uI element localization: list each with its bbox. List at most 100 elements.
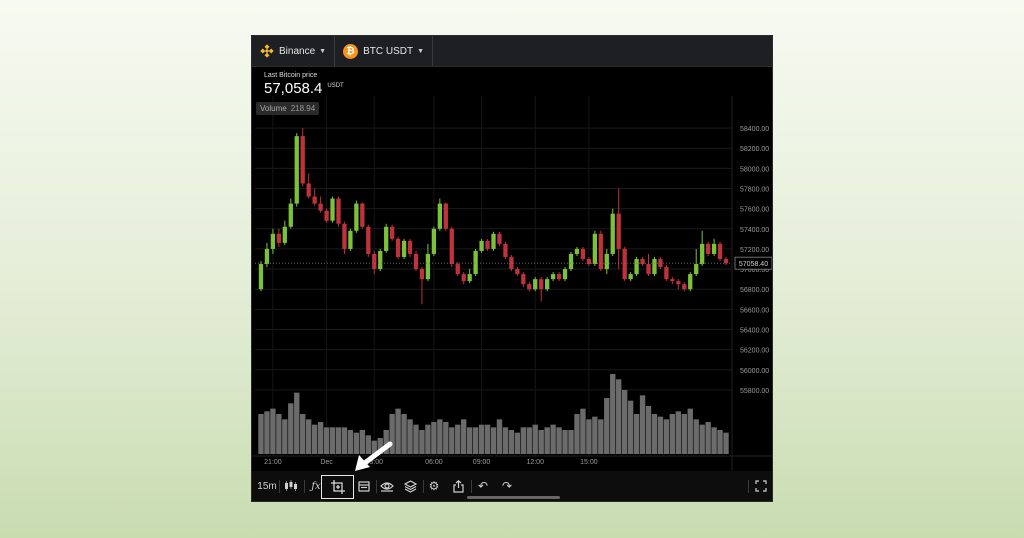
undo-icon[interactable]: ↶ <box>474 477 492 495</box>
volume-bar <box>401 414 407 454</box>
volume-bar <box>258 414 264 454</box>
volume-bar <box>407 419 413 454</box>
volume-bar <box>520 427 526 454</box>
candle-body <box>312 196 317 204</box>
x-tick-label: Dec <box>320 459 333 466</box>
y-tick-label: 56000.00 <box>740 368 769 375</box>
bottom-toolbar: 15m ƒx ⚙ ↶ ↷ <box>252 471 772 501</box>
candle-body <box>700 243 705 265</box>
candle-body <box>378 250 383 270</box>
volume-value: 218.94 <box>290 104 316 113</box>
volume-bar <box>395 408 401 454</box>
candle-body <box>258 264 264 290</box>
volume-bar <box>419 430 425 454</box>
volume-bar <box>592 416 598 454</box>
price-chart[interactable]: 58400.00 58200.00 58000.00 57800.00 57600.00… <box>252 66 773 471</box>
y-tick-label: 56800.00 <box>740 287 769 294</box>
volume-bar <box>502 427 509 454</box>
volume-bar <box>616 379 622 454</box>
gear-icon[interactable]: ⚙ <box>425 477 443 495</box>
candle-body <box>366 226 371 254</box>
volume-bar <box>276 414 282 454</box>
candle-body <box>604 253 609 270</box>
candle-body <box>431 228 437 254</box>
candle-body <box>521 274 526 285</box>
toolbar-divider <box>748 480 749 493</box>
volume-bar <box>264 411 270 454</box>
candle-body <box>437 203 442 229</box>
volume-bar <box>639 395 646 454</box>
volume-bar <box>693 419 699 454</box>
volume-bar <box>329 427 336 454</box>
volume-bar <box>335 427 342 454</box>
candle-body <box>461 274 466 282</box>
volume-bar <box>538 430 544 454</box>
candle-body <box>282 226 287 243</box>
measure-icon[interactable] <box>321 475 354 499</box>
share-icon[interactable] <box>449 477 467 495</box>
volume-bar <box>449 427 455 454</box>
layers-icon[interactable] <box>401 477 419 495</box>
candle-body <box>384 226 389 251</box>
x-tick-label: 09:00 <box>473 459 491 466</box>
candle-body <box>449 228 454 265</box>
redo-icon[interactable]: ↷ <box>498 477 516 495</box>
candles-icon[interactable] <box>281 477 301 495</box>
candle-body <box>300 136 305 184</box>
y-tick-label: 56600.00 <box>740 307 769 314</box>
toolbar-divider <box>279 480 280 493</box>
candle-body <box>682 284 687 290</box>
volume-bar <box>466 427 473 454</box>
volume-bar <box>586 419 592 454</box>
y-tick-label: 56400.00 <box>740 327 769 334</box>
volume-bar <box>270 408 276 454</box>
candle-body <box>443 203 448 229</box>
timeframe-button[interactable]: 15m <box>257 477 277 495</box>
candle-body <box>294 136 299 204</box>
volume-bar <box>341 427 348 454</box>
candle-body <box>288 203 293 227</box>
candle-body <box>389 226 395 239</box>
y-tick-label: 57200.00 <box>740 247 769 254</box>
volume-bar <box>568 430 574 454</box>
candle-body <box>360 203 365 227</box>
y-tick-label: 57800.00 <box>740 187 769 194</box>
x-tick-label: 15:00 <box>580 459 598 466</box>
volume-bar <box>663 419 670 454</box>
volume-bar <box>317 422 324 454</box>
volume-bar <box>311 424 318 454</box>
calendar-icon[interactable] <box>355 477 373 495</box>
volume-bar <box>508 430 515 454</box>
volume-bar <box>580 408 586 454</box>
volume-bar <box>723 432 729 454</box>
candle-body <box>717 243 723 259</box>
y-tick-label: 57600.00 <box>740 207 769 214</box>
candle-body <box>539 279 544 290</box>
candle-body <box>395 238 401 257</box>
candle-body <box>407 240 413 254</box>
volume-bar <box>437 419 443 454</box>
candle-body <box>485 240 490 249</box>
volume-bar <box>556 427 562 454</box>
exchange-selector[interactable]: Binance ▼ <box>252 36 336 66</box>
candle-body <box>473 250 478 275</box>
candle-body <box>694 264 699 275</box>
candle-body <box>270 233 276 249</box>
volume-tag: Volume 218.94 <box>256 102 320 115</box>
candle-body <box>276 233 282 243</box>
candle-body <box>533 279 538 290</box>
volume-bar <box>294 392 300 454</box>
x-tick-label: 12:00 <box>526 459 544 466</box>
pair-selector[interactable]: ₿ BTC USDT ▼ <box>335 36 434 66</box>
volume-bar <box>705 422 711 454</box>
volume-bar <box>574 414 580 454</box>
candle-body <box>419 269 425 280</box>
fullscreen-icon[interactable] <box>752 477 770 495</box>
price-label: Last Bitcoin price <box>264 72 318 79</box>
candle-body <box>580 248 586 259</box>
y-tick-label: 56200.00 <box>740 348 769 355</box>
eye-icon[interactable] <box>378 477 396 495</box>
y-tick-label: 57400.00 <box>740 227 769 234</box>
y-tick-label: 55800.00 <box>740 388 769 395</box>
bitcoin-logo-icon: ₿ <box>343 43 359 59</box>
